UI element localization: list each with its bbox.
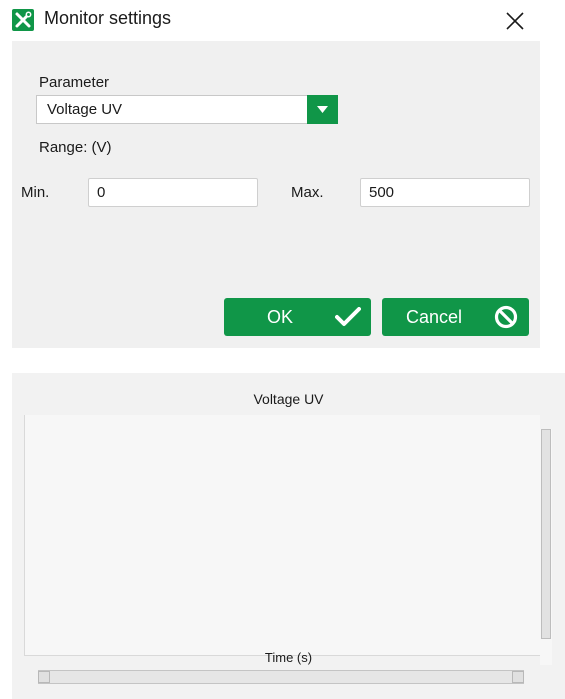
scroll-right-handle[interactable] [512, 671, 524, 683]
horizontal-scrollbar[interactable] [38, 670, 524, 684]
ok-button-label: OK [267, 307, 294, 327]
cancel-button[interactable]: Cancel [382, 298, 529, 336]
chart-title: Voltage UV [253, 391, 324, 407]
min-label: Min. [21, 184, 50, 201]
scroll-left-handle[interactable] [38, 671, 50, 683]
parameter-select[interactable]: Voltage UV [36, 95, 338, 124]
x-axis-label: Time (s) [264, 650, 313, 665]
dropdown-button[interactable] [307, 95, 338, 124]
prohibited-icon [494, 305, 518, 329]
close-button[interactable] [500, 6, 530, 36]
plot-area [24, 415, 540, 656]
vertical-scrollbar-thumb[interactable] [541, 429, 551, 639]
vertical-scrollbar[interactable] [540, 429, 552, 665]
caret-down-icon [317, 106, 328, 113]
max-input[interactable] [360, 178, 530, 207]
cancel-button-label: Cancel [406, 307, 463, 327]
checkmark-icon [335, 307, 361, 326]
max-label: Max. [291, 184, 324, 201]
min-input[interactable] [88, 178, 258, 207]
title-bar: Monitor settings [0, 0, 565, 40]
window-title: Monitor settings [44, 8, 172, 28]
parameter-label: Parameter [39, 74, 110, 91]
range-label: Range: (V) [39, 139, 112, 156]
parameter-select-value: Voltage UV [47, 101, 123, 118]
ok-button[interactable]: OK [224, 298, 371, 336]
chart-panel: Voltage UV Time (s) [12, 373, 565, 699]
close-icon [506, 12, 524, 30]
tools-icon [12, 9, 34, 31]
